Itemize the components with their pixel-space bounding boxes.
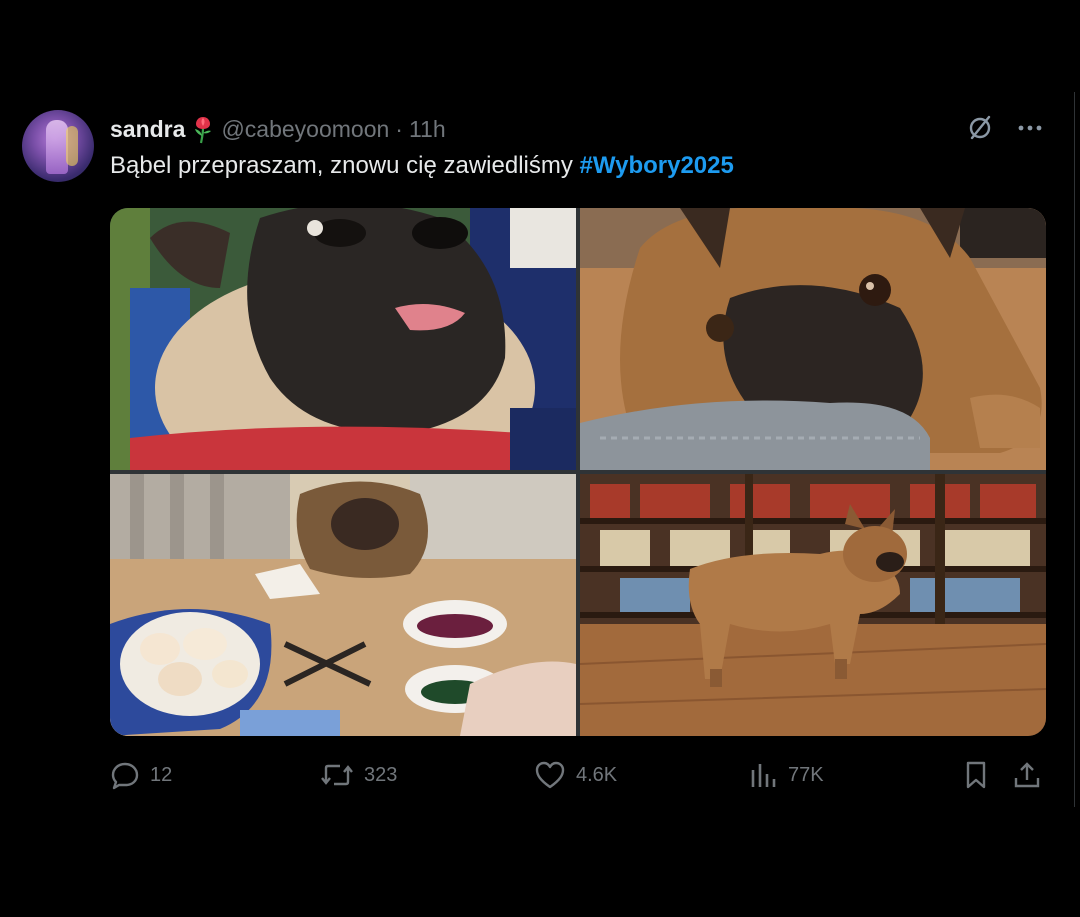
grok-icon[interactable]: [966, 114, 994, 142]
timestamp[interactable]: 11h: [409, 116, 446, 143]
reply-count: 12: [150, 763, 173, 786]
repost-count: 323: [364, 763, 398, 786]
user-handle[interactable]: @cabeyoomoon: [221, 116, 389, 143]
rose-flower-icon: [191, 114, 215, 144]
repost-button[interactable]: 323: [320, 760, 397, 790]
views-icon: [751, 764, 776, 787]
share-button[interactable]: [1012, 760, 1042, 790]
tweet-text: Bąbel przepraszam, znowu cię zawiedliśmy…: [110, 152, 734, 180]
media-photo-1[interactable]: [110, 208, 576, 470]
share-icon: [1014, 762, 1040, 788]
repost-icon: [321, 764, 353, 786]
reply-icon: [111, 762, 139, 790]
media-photo-2[interactable]: [580, 208, 1046, 470]
heart-icon: [535, 761, 565, 789]
bookmark-icon: [966, 761, 986, 789]
media-grid: [110, 208, 1046, 736]
view-count: 77K: [788, 763, 824, 786]
media-photo-3[interactable]: [110, 474, 576, 736]
separator-dot: ·: [395, 115, 403, 142]
app-frame: sandra @cabeyoomoon · 11h Bąbel przepras…: [0, 0, 1080, 917]
avatar[interactable]: [22, 110, 94, 182]
tweet-body: Bąbel przepraszam, znowu cię zawiedliśmy: [110, 152, 573, 179]
hashtag-link[interactable]: #Wybory2025: [580, 152, 734, 179]
like-button[interactable]: 4.6K: [534, 760, 617, 790]
reply-button[interactable]: 12: [110, 760, 172, 790]
timeline-divider: [1074, 92, 1075, 807]
more-icon[interactable]: [1016, 114, 1044, 142]
bookmark-button[interactable]: [962, 760, 990, 790]
media-photo-4[interactable]: [580, 474, 1046, 736]
action-bar: 12 323 4.6K 77K: [110, 760, 1046, 794]
top-actions: [966, 114, 1044, 142]
tweet-header: sandra @cabeyoomoon · 11h: [110, 114, 446, 144]
like-count: 4.6K: [576, 763, 618, 786]
display-name[interactable]: sandra: [110, 116, 185, 143]
views-button[interactable]: 77K: [748, 760, 824, 790]
